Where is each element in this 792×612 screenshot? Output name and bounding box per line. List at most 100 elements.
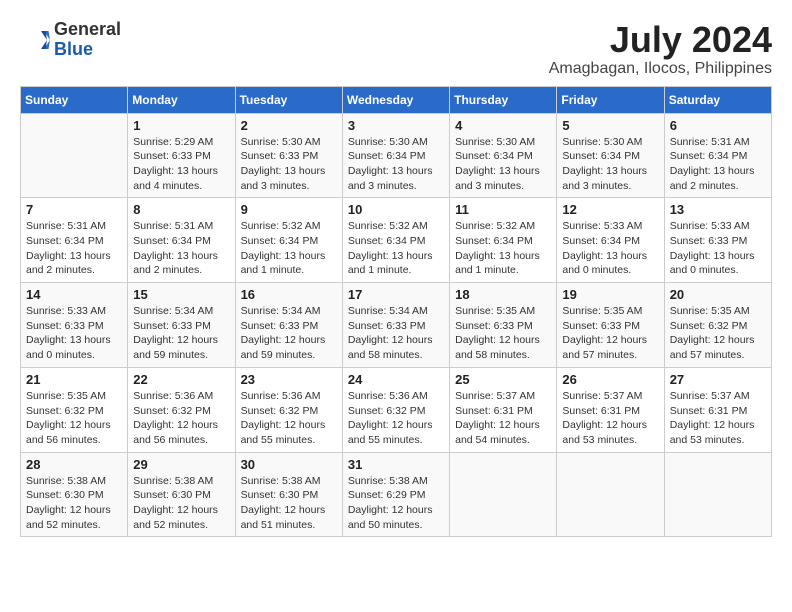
calendar-cell: 18 Sunrise: 5:35 AM Sunset: 6:33 PM Dayli… [450, 283, 557, 368]
day-number: 26 [562, 372, 658, 387]
day-info: Sunrise: 5:38 AM Sunset: 6:29 PM Dayligh… [348, 474, 444, 533]
day-number: 10 [348, 202, 444, 217]
calendar-cell: 9 Sunrise: 5:32 AM Sunset: 6:34 PM Daylig… [235, 198, 342, 283]
calendar-cell: 16 Sunrise: 5:34 AM Sunset: 6:33 PM Dayli… [235, 283, 342, 368]
month-year: July 2024 [549, 20, 772, 60]
day-number: 4 [455, 118, 551, 133]
calendar-cell: 1 Sunrise: 5:29 AM Sunset: 6:33 PM Daylig… [128, 113, 235, 198]
day-info: Sunrise: 5:34 AM Sunset: 6:33 PM Dayligh… [241, 304, 337, 363]
calendar-cell [664, 452, 771, 537]
day-number: 16 [241, 287, 337, 302]
day-info: Sunrise: 5:30 AM Sunset: 6:33 PM Dayligh… [241, 135, 337, 194]
calendar-header-row: SundayMondayTuesdayWednesdayThursdayFrid… [21, 86, 772, 113]
day-info: Sunrise: 5:34 AM Sunset: 6:33 PM Dayligh… [133, 304, 229, 363]
calendar-cell: 4Sunrise: 5:30 AM Sunset: 6:34 PM Daylig… [450, 113, 557, 198]
day-number: 12 [562, 202, 658, 217]
day-number: 29 [133, 457, 229, 472]
calendar-cell: 10Sunrise: 5:32 AM Sunset: 6:34 PM Dayli… [342, 198, 449, 283]
calendar-cell: 23Sunrise: 5:36 AM Sunset: 6:32 PM Dayli… [235, 367, 342, 452]
calendar-cell: 20Sunrise: 5:35 AM Sunset: 6:32 PM Dayli… [664, 283, 771, 368]
day-number: 2 [241, 118, 337, 133]
day-number: 13 [670, 202, 766, 217]
col-header-tuesday: Tuesday [235, 86, 342, 113]
calendar-cell: 19 Sunrise: 5:35 AM Sunset: 6:33 PM Dayli… [557, 283, 664, 368]
day-number: 22 [133, 372, 229, 387]
calendar-week-row: 28 Sunrise: 5:38 AM Sunset: 6:30 PM Dayli… [21, 452, 772, 537]
day-info: Sunrise: 5:37 AM Sunset: 6:31 PM Dayligh… [670, 389, 766, 448]
logo: General Blue [20, 20, 121, 60]
day-number: 7 [26, 202, 122, 217]
calendar-cell: 12Sunrise: 5:33 AM Sunset: 6:34 PM Dayli… [557, 198, 664, 283]
day-info: Sunrise: 5:33 AM Sunset: 6:33 PM Dayligh… [670, 219, 766, 278]
day-number: 5 [562, 118, 658, 133]
day-number: 17 [348, 287, 444, 302]
day-number: 24 [348, 372, 444, 387]
day-number: 6 [670, 118, 766, 133]
day-info: Sunrise: 5:32 AM Sunset: 6:34 PM Dayligh… [241, 219, 337, 278]
day-number: 28 [26, 457, 122, 472]
calendar-cell: 14Sunrise: 5:33 AM Sunset: 6:33 PM Dayli… [21, 283, 128, 368]
day-info: Sunrise: 5:31 AM Sunset: 6:34 PM Dayligh… [133, 219, 229, 278]
day-info: Sunrise: 5:35 AM Sunset: 6:33 PM Dayligh… [562, 304, 658, 363]
day-number: 31 [348, 457, 444, 472]
day-info: Sunrise: 5:31 AM Sunset: 6:34 PM Dayligh… [670, 135, 766, 194]
calendar-cell: 7 Sunrise: 5:31 AM Sunset: 6:34 PM Daylig… [21, 198, 128, 283]
calendar-cell: 28Sunrise: 5:38 AM Sunset: 6:30 PM Dayli… [21, 452, 128, 537]
day-info: Sunrise: 5:29 AM Sunset: 6:33 PM Dayligh… [133, 135, 229, 194]
day-number: 19 [562, 287, 658, 302]
calendar-week-row: 21Sunrise: 5:35 AM Sunset: 6:32 PM Dayli… [21, 367, 772, 452]
calendar-cell: 26Sunrise: 5:37 AM Sunset: 6:31 PM Dayli… [557, 367, 664, 452]
col-header-monday: Monday [128, 86, 235, 113]
day-info: Sunrise: 5:34 AM Sunset: 6:33 PM Dayligh… [348, 304, 444, 363]
day-number: 15 [133, 287, 229, 302]
day-number: 14 [26, 287, 122, 302]
day-number: 30 [241, 457, 337, 472]
day-info: Sunrise: 5:37 AM Sunset: 6:31 PM Dayligh… [455, 389, 551, 448]
day-number: 18 [455, 287, 551, 302]
col-header-sunday: Sunday [21, 86, 128, 113]
day-number: 9 [241, 202, 337, 217]
calendar-cell: 25 Sunrise: 5:37 AM Sunset: 6:31 PM Dayli… [450, 367, 557, 452]
day-number: 3 [348, 118, 444, 133]
col-header-saturday: Saturday [664, 86, 771, 113]
calendar-cell: 11 Sunrise: 5:32 AM Sunset: 6:34 PM Dayli… [450, 198, 557, 283]
calendar-week-row: 14Sunrise: 5:33 AM Sunset: 6:33 PM Dayli… [21, 283, 772, 368]
calendar-cell: 30 Sunrise: 5:38 AM Sunset: 6:30 PM Dayli… [235, 452, 342, 537]
day-info: Sunrise: 5:38 AM Sunset: 6:30 PM Dayligh… [133, 474, 229, 533]
day-info: Sunrise: 5:36 AM Sunset: 6:32 PM Dayligh… [348, 389, 444, 448]
calendar-cell: 31 Sunrise: 5:38 AM Sunset: 6:29 PM Dayli… [342, 452, 449, 537]
day-info: Sunrise: 5:35 AM Sunset: 6:32 PM Dayligh… [670, 304, 766, 363]
calendar-cell: 3Sunrise: 5:30 AM Sunset: 6:34 PM Daylig… [342, 113, 449, 198]
calendar-cell: 13 Sunrise: 5:33 AM Sunset: 6:33 PM Dayli… [664, 198, 771, 283]
day-info: Sunrise: 5:35 AM Sunset: 6:33 PM Dayligh… [455, 304, 551, 363]
day-number: 8 [133, 202, 229, 217]
day-number: 25 [455, 372, 551, 387]
day-info: Sunrise: 5:38 AM Sunset: 6:30 PM Dayligh… [241, 474, 337, 533]
calendar-cell [557, 452, 664, 537]
day-number: 1 [133, 118, 229, 133]
day-info: Sunrise: 5:32 AM Sunset: 6:34 PM Dayligh… [455, 219, 551, 278]
title-block: July 2024 Amagbagan, Ilocos, Philippines [549, 20, 772, 78]
day-number: 27 [670, 372, 766, 387]
location: Amagbagan, Ilocos, Philippines [549, 60, 772, 78]
calendar-cell: 6 Sunrise: 5:31 AM Sunset: 6:34 PM Daylig… [664, 113, 771, 198]
calendar-cell: 24 Sunrise: 5:36 AM Sunset: 6:32 PM Dayli… [342, 367, 449, 452]
calendar-cell: 2 Sunrise: 5:30 AM Sunset: 6:33 PM Daylig… [235, 113, 342, 198]
calendar-cell: 15 Sunrise: 5:34 AM Sunset: 6:33 PM Dayli… [128, 283, 235, 368]
calendar-week-row: 1 Sunrise: 5:29 AM Sunset: 6:33 PM Daylig… [21, 113, 772, 198]
calendar-cell: 17 Sunrise: 5:34 AM Sunset: 6:33 PM Dayli… [342, 283, 449, 368]
calendar-cell: 27 Sunrise: 5:37 AM Sunset: 6:31 PM Dayli… [664, 367, 771, 452]
calendar-cell [450, 452, 557, 537]
day-info: Sunrise: 5:30 AM Sunset: 6:34 PM Dayligh… [562, 135, 658, 194]
day-number: 11 [455, 202, 551, 217]
logo-text: General Blue [54, 20, 121, 60]
calendar-cell: 21Sunrise: 5:35 AM Sunset: 6:32 PM Dayli… [21, 367, 128, 452]
day-info: Sunrise: 5:36 AM Sunset: 6:32 PM Dayligh… [241, 389, 337, 448]
day-number: 21 [26, 372, 122, 387]
calendar-cell [21, 113, 128, 198]
calendar-cell: 8 Sunrise: 5:31 AM Sunset: 6:34 PM Daylig… [128, 198, 235, 283]
day-info: Sunrise: 5:36 AM Sunset: 6:32 PM Dayligh… [133, 389, 229, 448]
calendar-cell: 22 Sunrise: 5:36 AM Sunset: 6:32 PM Dayli… [128, 367, 235, 452]
day-info: Sunrise: 5:31 AM Sunset: 6:34 PM Dayligh… [26, 219, 122, 278]
calendar-table: SundayMondayTuesdayWednesdayThursdayFrid… [20, 86, 772, 538]
